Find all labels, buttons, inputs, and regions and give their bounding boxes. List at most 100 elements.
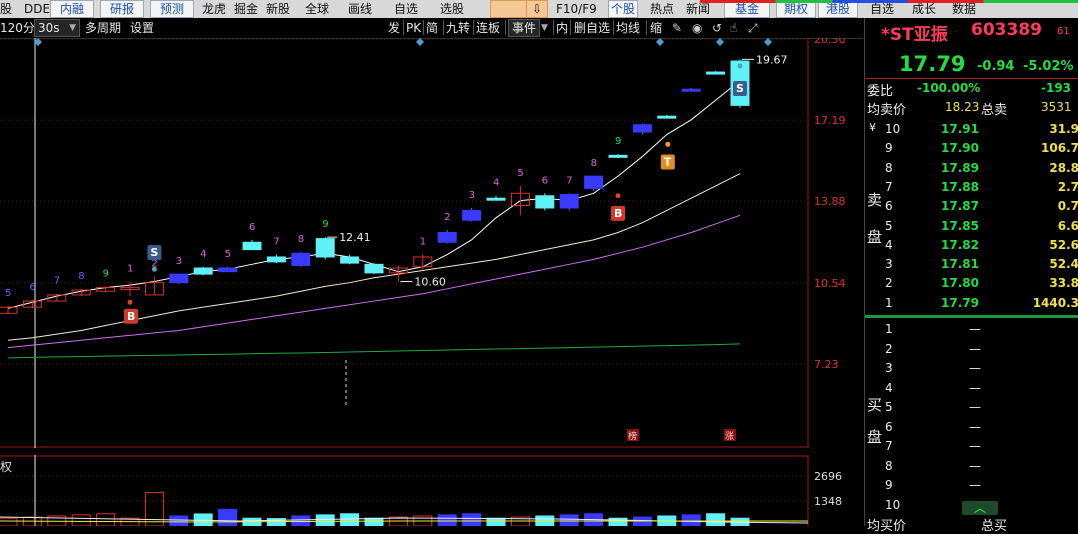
candle-body (608, 154, 628, 158)
sell-row[interactable]: 9 17.90 106.7 (865, 139, 1078, 158)
toolbar-item[interactable]: 内 (556, 19, 568, 37)
menu-item[interactable]: 热点 (650, 0, 674, 18)
toolbar-item[interactable]: 连板 (476, 19, 500, 37)
top-menubar: 股 DDE 内融 研报 预测 龙虎 掘金 新股 全球 画线 自选 选股 F10/F9 个股 热点 新闻 基金 期权… (0, 0, 1078, 18)
level: 2 (885, 276, 893, 291)
sell-row[interactable]: 2 17.80 33.8 (865, 274, 1078, 293)
toolbar-item[interactable]: 缩 (650, 19, 662, 37)
sell-row[interactable]: 4 17.82 52.6 (865, 236, 1078, 255)
candle-body (242, 241, 262, 251)
sell-badge: S (150, 246, 158, 259)
expand-icon[interactable]: ⤢ (748, 19, 758, 37)
candle-body (681, 88, 701, 92)
buy-row[interactable]: 9— (865, 476, 1078, 495)
y-tick-label: 10.54 (814, 277, 846, 290)
buy-row[interactable]: 3— (865, 359, 1078, 378)
multi-period-button[interactable]: 多周期 (85, 19, 121, 37)
diamond-marker (716, 38, 724, 46)
sell-row[interactable]: 10 17.91 31.9 (865, 120, 1078, 139)
mid-low-price-label: 10.60 (414, 275, 446, 288)
level: 1 (885, 295, 893, 310)
sequence-number: 8 (78, 271, 84, 282)
volume: 28.8 (1049, 160, 1078, 175)
sell-row[interactable]: 6 17.87 0.7 (865, 197, 1078, 216)
candle-body (706, 71, 726, 75)
toolbar-item[interactable]: 事件 (508, 19, 541, 37)
sequence-number: 4 (493, 178, 499, 189)
sell-row[interactable]: 3 17.81 52.4 (865, 255, 1078, 274)
candle-body (437, 231, 457, 243)
volume: — (969, 458, 981, 473)
refresh-icon[interactable]: ↺ (712, 19, 722, 37)
menu-item[interactable]: DDE (24, 0, 50, 18)
candle-body (291, 252, 311, 267)
y-tick-label: 17.19 (814, 114, 846, 127)
menu-item[interactable]: 龙虎 (202, 0, 226, 18)
price: 17.91 (941, 122, 979, 136)
diamond-marker (764, 38, 772, 46)
level: 1 (885, 322, 893, 336)
chevron-down-icon[interactable]: ▼ (541, 19, 548, 37)
volume-bar (706, 513, 726, 526)
menu-item[interactable]: 内融 (50, 0, 94, 18)
sequence-number: 7 (566, 175, 572, 186)
mid-high-price-label: 12.41 (339, 231, 371, 244)
sell-row[interactable]: 8 17.89 28.8 (865, 159, 1078, 178)
buy-row[interactable]: 7— (865, 437, 1078, 456)
toolbar-item[interactable]: PK (406, 19, 421, 37)
volume-bar (364, 517, 384, 526)
candle-body (486, 197, 506, 201)
menu-item[interactable]: 个股 (608, 0, 638, 18)
menu-item[interactable]: 自选 (394, 0, 418, 18)
menu-item[interactable]: 全球 (305, 0, 329, 18)
buy-row[interactable]: 8— (865, 457, 1078, 476)
eye-icon[interactable]: ◉ (692, 19, 702, 37)
pen-icon[interactable]: ✎ (672, 19, 682, 37)
menu-item[interactable]: 选股 (440, 0, 464, 18)
event-marker: 涨 (725, 431, 734, 442)
candlestick-chart[interactable]: 20.50 17.19 13.88 10.54 7.23 5 6 7 8 9 1 2 3 4 5 6 7 8 9 12… (0, 38, 863, 448)
toolbar-item[interactable]: 删自选 (574, 19, 610, 37)
y-tick-label: 13.88 (814, 195, 846, 208)
sell-row[interactable]: 5 17.85 6.6 (865, 217, 1078, 236)
price: 17.87 (941, 199, 979, 214)
toolbar-item[interactable]: 均线 (616, 19, 640, 37)
download-icon[interactable]: ⇩ (526, 0, 548, 18)
buy-row[interactable]: 5— (865, 398, 1078, 417)
volume: — (969, 439, 981, 453)
volume-subchart[interactable]: 权 2696 1348 (0, 455, 863, 526)
menu-item[interactable]: 研报 (100, 0, 144, 18)
interval-dropdown[interactable]: 30s ▼ (34, 19, 80, 37)
menu-item[interactable]: 预测 (150, 0, 194, 18)
volume: — (969, 361, 981, 375)
sell-badge: S (736, 82, 744, 95)
buy-row[interactable]: 4— (865, 379, 1078, 398)
menu-item[interactable]: F10/F9 (556, 0, 597, 18)
hand-icon[interactable]: ☝ (730, 19, 737, 37)
total-sell-label: 总卖 (981, 103, 1008, 118)
volume-bar (437, 514, 457, 526)
period-selector[interactable]: 120分 (0, 19, 35, 37)
y-tick-label: 2696 (814, 470, 842, 483)
sell-row[interactable]: 7 17.88 2.7 (865, 178, 1078, 197)
ma-trail-line (7, 80, 741, 309)
buy-row[interactable]: 2— (865, 340, 1078, 359)
toolbar-item[interactable]: 简 (426, 19, 438, 37)
candle-body (462, 209, 482, 221)
menu-item[interactable]: 画线 (348, 0, 372, 18)
toolbar-item[interactable]: 九转 (446, 19, 470, 37)
interval-label: 30s (38, 21, 60, 35)
toolbar-item[interactable]: 发 (388, 19, 400, 37)
buy-row[interactable]: 1— (865, 320, 1078, 339)
sell-row[interactable]: 1 17.79 1440.3 (865, 294, 1078, 313)
settings-button[interactable]: 设置 (130, 19, 154, 37)
level: 4 (885, 380, 893, 395)
price-change-pct: -5.02% (1023, 59, 1074, 74)
menu-item[interactable]: 新股 (266, 0, 290, 18)
buy-row[interactable]: 6— (865, 418, 1078, 437)
level: 5 (885, 400, 893, 414)
menu-item[interactable]: 股 (0, 0, 12, 18)
collapse-button[interactable]: ︿ (962, 501, 998, 515)
menu-item[interactable]: 掘金 (234, 0, 258, 18)
sub-label: 权 (0, 460, 12, 474)
